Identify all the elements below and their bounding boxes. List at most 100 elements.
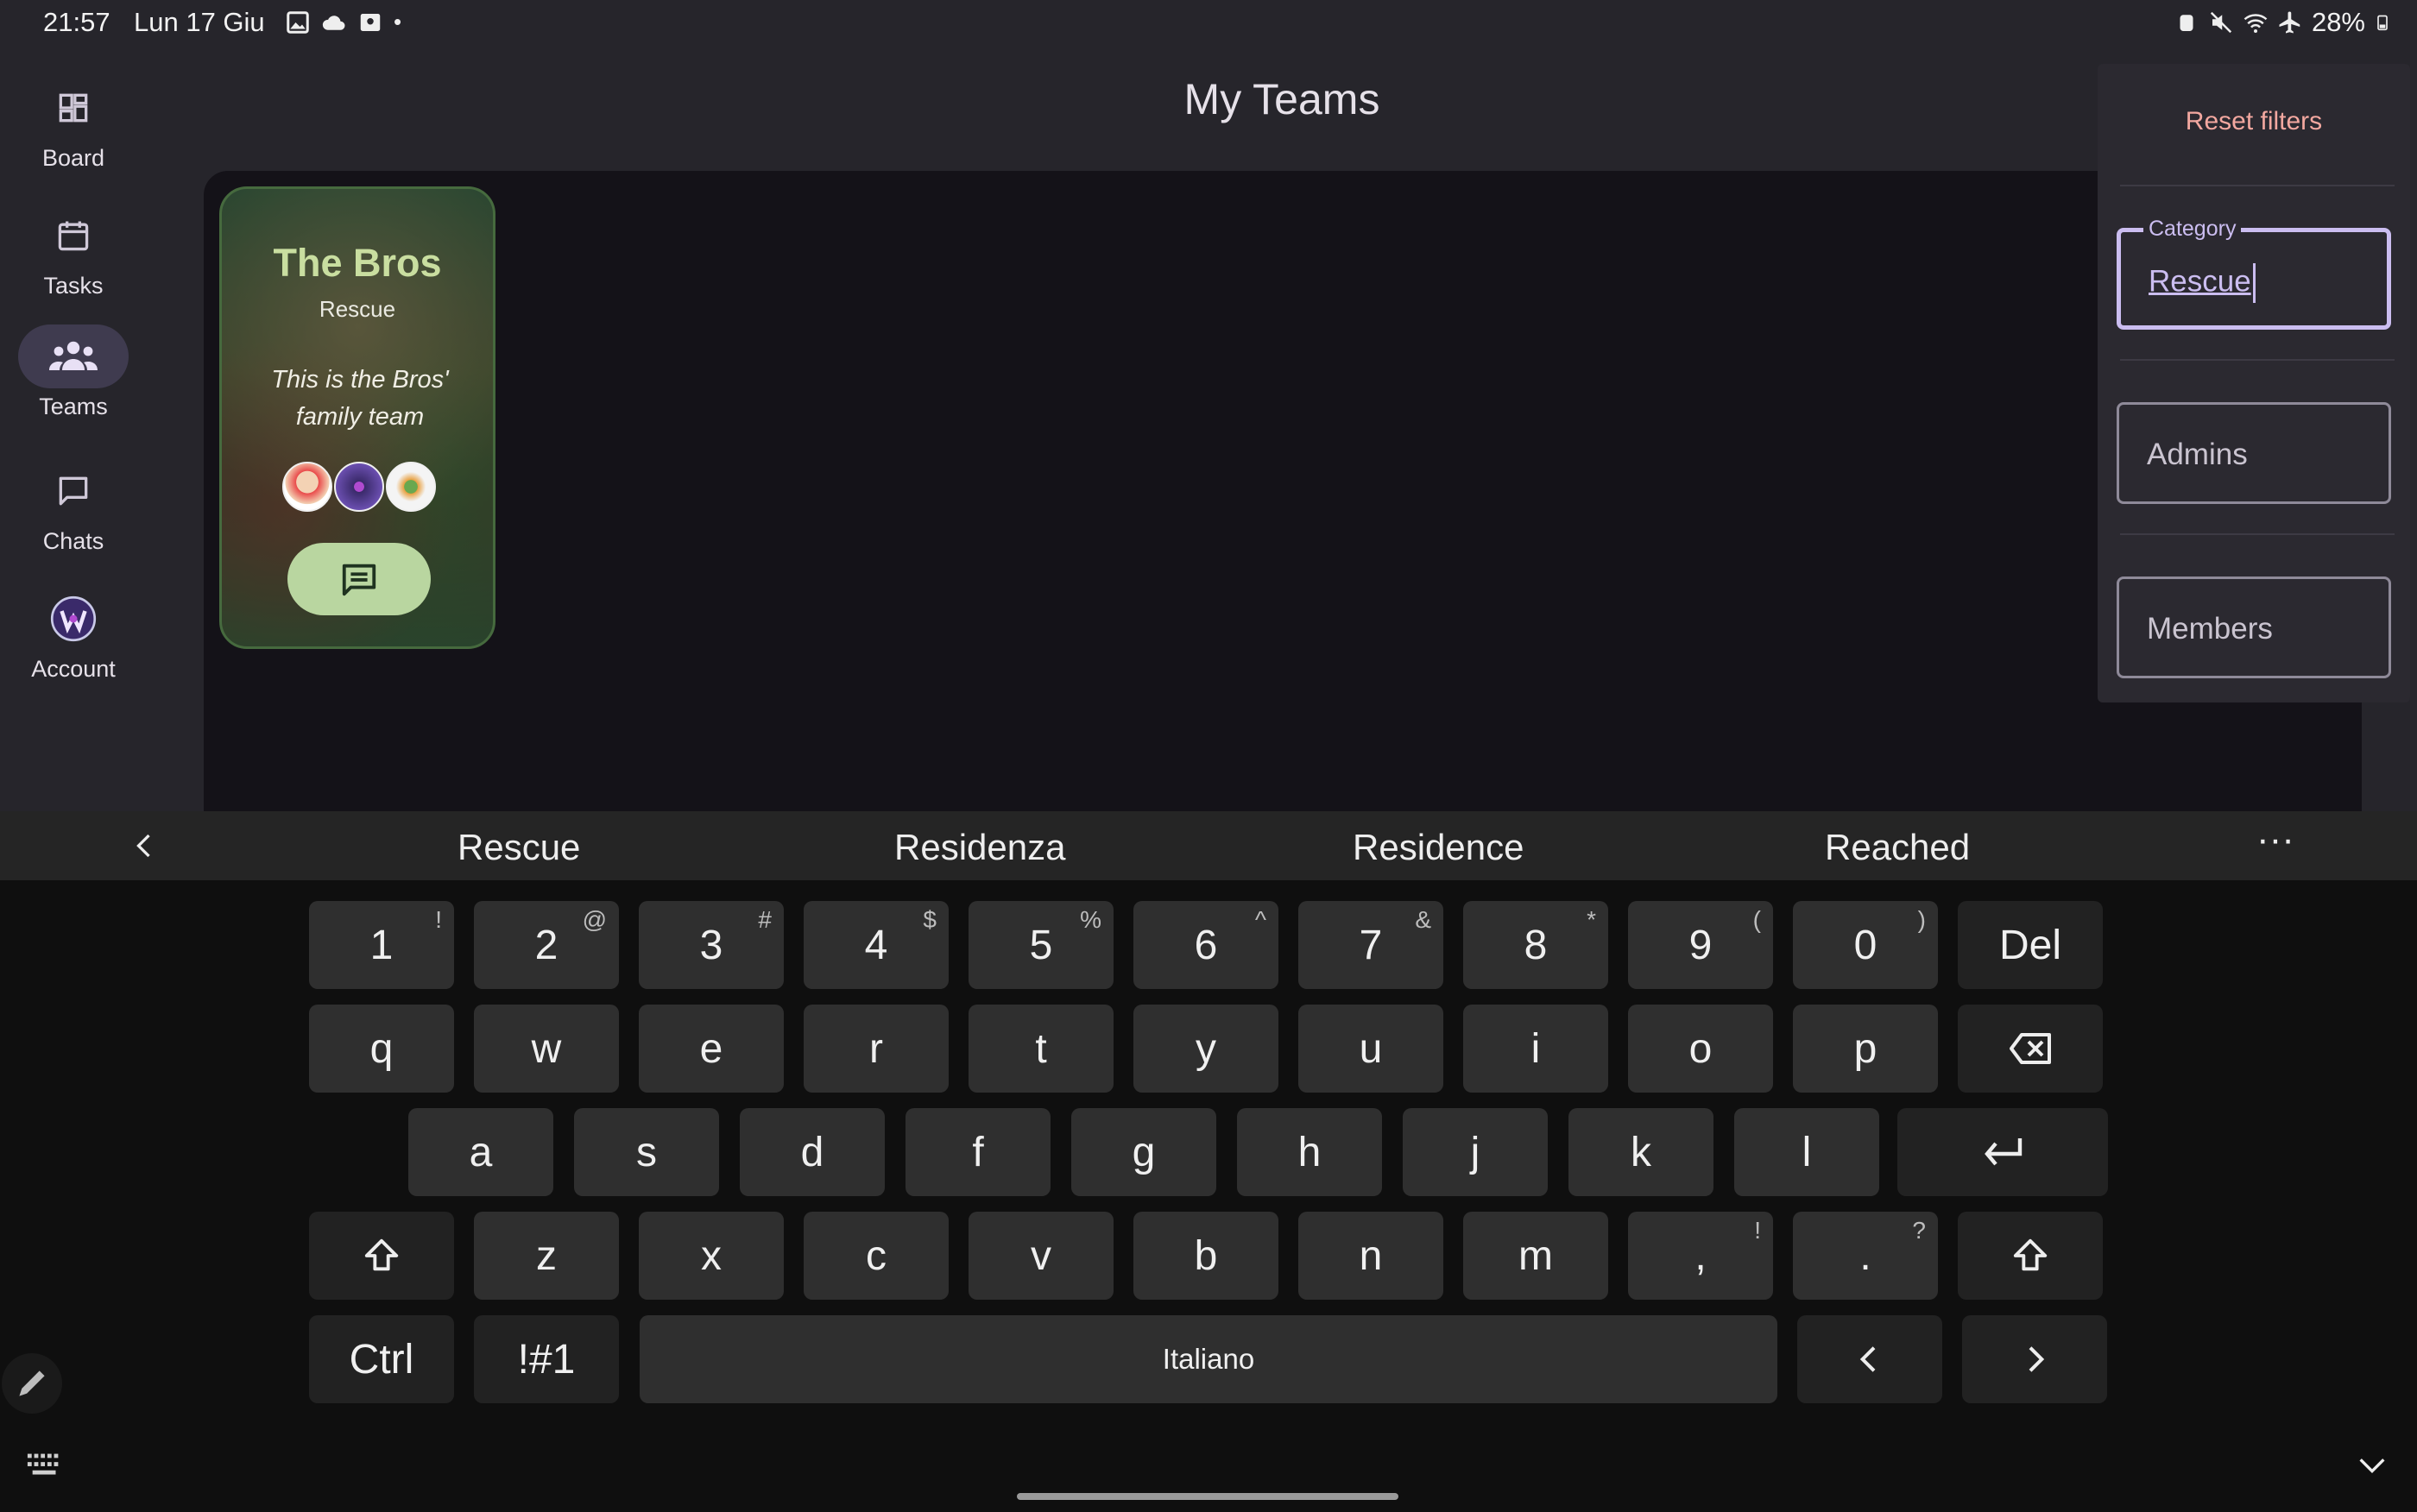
key-b[interactable]: b — [1133, 1212, 1278, 1300]
key-label: d — [800, 1129, 824, 1175]
key-i[interactable]: i — [1463, 1005, 1608, 1093]
key-z[interactable]: z — [474, 1212, 619, 1300]
chevron-left-icon[interactable] — [129, 830, 161, 861]
key-label: e — [699, 1025, 723, 1072]
key-8[interactable]: 8 * — [1463, 901, 1608, 989]
more-options-icon[interactable]: ··· — [2256, 818, 2294, 861]
suggestion-item[interactable]: Residence — [1353, 827, 1524, 868]
screenshot-icon — [360, 13, 381, 31]
key-2[interactable]: 2 @ — [474, 901, 619, 989]
key-secondary-label: % — [1080, 906, 1101, 933]
key-secondary-label: @ — [582, 906, 607, 933]
nav-item-board[interactable]: Board — [0, 76, 147, 172]
key-space[interactable]: Italiano — [640, 1315, 1777, 1403]
nav-item-teams[interactable]: Teams — [0, 324, 147, 420]
key-f[interactable]: f — [906, 1108, 1051, 1196]
team-chat-button[interactable] — [287, 543, 431, 615]
key-n[interactable]: n — [1298, 1212, 1443, 1300]
nav-item-chats[interactable]: Chats — [0, 459, 147, 555]
backspace-icon — [2010, 1033, 2051, 1064]
key-j[interactable]: j — [1403, 1108, 1548, 1196]
key-backspace[interactable] — [1958, 1005, 2103, 1093]
key-6[interactable]: 6 ^ — [1133, 901, 1278, 989]
nav-item-tasks[interactable]: Tasks — [0, 204, 147, 299]
key-k[interactable]: k — [1568, 1108, 1713, 1196]
member-avatar[interactable] — [334, 462, 384, 512]
suggestion-item[interactable]: Residenza — [894, 827, 1065, 868]
key-y[interactable]: y — [1133, 1005, 1278, 1093]
key-5[interactable]: 5% — [969, 901, 1114, 989]
key-w[interactable]: w — [474, 1005, 619, 1093]
key-label: a — [469, 1129, 493, 1175]
airplane-mode-icon — [2279, 11, 2300, 34]
key-label: z — [536, 1232, 557, 1279]
battery-icon — [2377, 15, 2388, 31]
key-label: 3 — [699, 922, 723, 968]
key-7[interactable]: 7 & — [1298, 901, 1443, 989]
key-shift-right[interactable] — [1958, 1212, 2103, 1300]
key-0[interactable]: 0) — [1793, 901, 1938, 989]
key-ctrl[interactable]: Ctrl — [309, 1315, 454, 1403]
key-period[interactable]: .? — [1793, 1212, 1938, 1300]
key-q[interactable]: q — [309, 1005, 454, 1093]
key-label: i — [1530, 1025, 1541, 1072]
category-filter-field[interactable]: Category Rescue — [2117, 217, 2391, 330]
key-c[interactable]: c — [804, 1212, 949, 1300]
key-label: m — [1518, 1232, 1553, 1279]
hide-keyboard-icon[interactable] — [2353, 1448, 2391, 1483]
key-1[interactable]: 1! — [309, 901, 454, 989]
key-cursor-right[interactable] — [1962, 1315, 2107, 1403]
key-enter[interactable] — [1897, 1108, 2108, 1196]
members-filter-field[interactable]: Members — [2117, 576, 2391, 678]
key-symbols[interactable]: !#1 — [474, 1315, 619, 1403]
key-r[interactable]: r — [804, 1005, 949, 1093]
category-input-value[interactable]: Rescue — [2149, 263, 2256, 303]
key-secondary-label: ( — [1752, 906, 1761, 933]
handwriting-pen-icon[interactable] — [2, 1353, 62, 1414]
admins-filter-field[interactable]: Admins — [2117, 402, 2391, 504]
chevron-right-icon — [2029, 1346, 2045, 1372]
suggestion-item[interactable]: Reached — [1825, 827, 1970, 868]
key-cursor-left[interactable] — [1797, 1315, 1942, 1403]
keyboard-toggle-icon[interactable] — [26, 1450, 66, 1481]
key-m[interactable]: m — [1463, 1212, 1608, 1300]
key-label: l — [1802, 1129, 1812, 1175]
divider — [2120, 533, 2395, 535]
key-label: , — [1694, 1232, 1707, 1279]
reset-filters-button[interactable]: Reset filters — [2098, 107, 2410, 136]
key-s[interactable]: s — [574, 1108, 719, 1196]
key-d[interactable]: d — [740, 1108, 885, 1196]
key-comma[interactable]: ,! — [1628, 1212, 1773, 1300]
wifi-icon — [2243, 14, 2268, 33]
key-secondary-label: ! — [1754, 1217, 1761, 1244]
divider — [2120, 359, 2395, 361]
key-delete[interactable]: Del — [1958, 901, 2103, 989]
key-label: k — [1631, 1129, 1651, 1175]
key-4[interactable]: 4 $ — [804, 901, 949, 989]
key-u[interactable]: u — [1298, 1005, 1443, 1093]
key-l[interactable]: l — [1734, 1108, 1879, 1196]
status-time: 21:57 — [43, 7, 110, 37]
nav-label: Account — [31, 656, 116, 682]
nav-item-account[interactable]: Account — [0, 587, 147, 683]
key-e[interactable]: e — [639, 1005, 784, 1093]
key-g[interactable]: g — [1071, 1108, 1216, 1196]
key-a[interactable]: a — [408, 1108, 553, 1196]
key-h[interactable]: h — [1237, 1108, 1382, 1196]
member-avatar[interactable] — [386, 462, 436, 512]
team-card[interactable]: The Bros Rescue This is the Bros' family… — [219, 186, 495, 649]
key-9[interactable]: 9( — [1628, 901, 1773, 989]
key-label: o — [1688, 1025, 1713, 1072]
key-p[interactable]: p — [1793, 1005, 1938, 1093]
board-icon — [18, 76, 129, 140]
suggestion-item[interactable]: Rescue — [458, 827, 580, 868]
key-x[interactable]: x — [639, 1212, 784, 1300]
key-3[interactable]: 3 # — [639, 901, 784, 989]
key-shift-left[interactable] — [309, 1212, 454, 1300]
key-o[interactable]: o — [1628, 1005, 1773, 1093]
team-members-avatars — [282, 462, 436, 512]
home-indicator[interactable] — [1017, 1493, 1398, 1500]
member-avatar[interactable] — [282, 462, 332, 512]
key-t[interactable]: t — [969, 1005, 1114, 1093]
key-v[interactable]: v — [969, 1212, 1114, 1300]
